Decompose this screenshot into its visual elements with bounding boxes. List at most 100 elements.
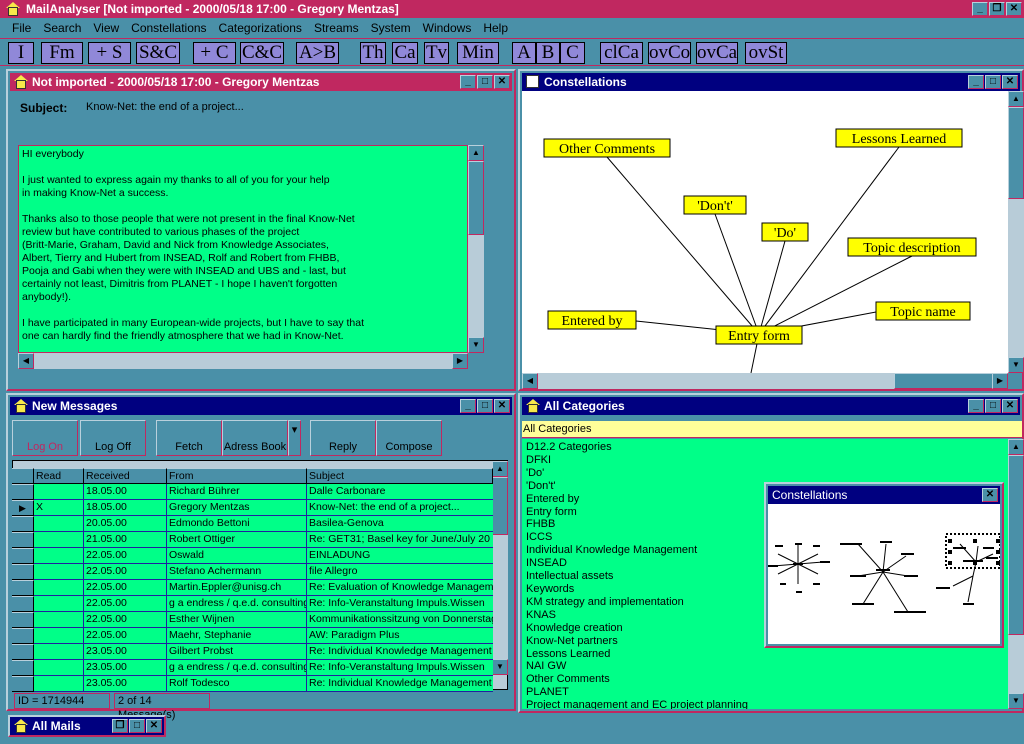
log-off-button[interactable]: Log Off xyxy=(80,420,146,456)
graph-horizontal-scrollbar[interactable]: ◀ ▶ xyxy=(522,373,1008,389)
maximize-button[interactable]: □ xyxy=(985,75,1001,89)
menu-windows[interactable]: Windows xyxy=(423,21,472,35)
address-book-dropdown-arrow-icon[interactable]: ▾ xyxy=(288,420,301,456)
scroll-thumb[interactable] xyxy=(492,477,508,535)
mini-constellations-titlebar[interactable]: Constellations ✕ xyxy=(768,486,1000,504)
constellations-window-titlebar[interactable]: Constellations _ □ ✕ xyxy=(522,73,1020,91)
close-button[interactable]: ✕ xyxy=(982,488,998,502)
graph-node[interactable]: Topic name xyxy=(875,301,971,321)
maximize-button[interactable]: □ xyxy=(477,75,493,89)
table-row[interactable]: 22.05.00 Oswald EINLADUNG xyxy=(12,548,493,564)
graph-node[interactable]: 'Do' xyxy=(761,222,809,242)
row-selector[interactable] xyxy=(12,548,34,564)
grid-vertical-scrollbar[interactable]: ▲ ▼ xyxy=(492,461,508,675)
toolbar-button-b[interactable]: B xyxy=(536,42,560,64)
category-item[interactable]: D12.2 Categories xyxy=(526,441,1008,454)
scroll-right-arrow-icon[interactable]: ▶ xyxy=(452,353,468,369)
table-row[interactable]: 22.05.00 Stefano Achermann file Allegro xyxy=(12,564,493,580)
table-row[interactable]: 20.05.00 Edmondo Bettoni Basilea-Genova xyxy=(12,516,493,532)
toolbar-button-fm[interactable]: Fm xyxy=(41,42,83,64)
scroll-up-arrow-icon[interactable]: ▲ xyxy=(1008,91,1024,107)
category-item[interactable]: PLANET xyxy=(526,686,1008,699)
table-row[interactable]: 23.05.00 g a endress / q.e.d. consulting R… xyxy=(12,660,493,676)
maximize-button[interactable]: □ xyxy=(129,719,145,733)
column-header-read[interactable]: Read xyxy=(34,468,84,484)
graph-node[interactable]: Entered by xyxy=(547,310,637,330)
row-selector[interactable] xyxy=(12,564,34,580)
mini-constellations-canvas[interactable] xyxy=(768,504,1000,644)
scroll-up-arrow-icon[interactable]: ▲ xyxy=(1008,439,1024,455)
minimized-all-mails-window[interactable]: All Mails ❐ □ ✕ xyxy=(8,715,166,737)
menu-help[interactable]: Help xyxy=(483,21,508,35)
row-selector[interactable] xyxy=(12,676,34,692)
toolbar-button-a-gt-b[interactable]: A>B xyxy=(296,42,339,64)
table-row[interactable]: 21.05.00 Robert Ottiger Re: GET31; Basel k… xyxy=(12,532,493,548)
category-item[interactable]: 'Do' xyxy=(526,467,1008,480)
row-selector[interactable] xyxy=(12,532,34,548)
table-row[interactable]: 22.05.00 Martin.Eppler@unisg.ch Re: Evalua… xyxy=(12,580,493,596)
category-item[interactable]: Lessons Learned xyxy=(526,648,1008,661)
graph-node[interactable]: Other Comments xyxy=(543,138,671,158)
category-item[interactable]: Project management and EC project planni… xyxy=(526,699,1008,709)
constellation-thumbnail-1[interactable] xyxy=(768,543,830,593)
column-header-subject[interactable]: Subject xyxy=(307,468,493,484)
row-selector[interactable] xyxy=(12,516,34,532)
graph-node[interactable]: Lessons Learned xyxy=(835,128,963,148)
close-button[interactable]: ✕ xyxy=(494,399,510,413)
restore-button[interactable]: ❐ xyxy=(112,719,128,733)
scroll-thumb[interactable] xyxy=(894,373,994,389)
table-row[interactable]: ▶ X 18.05.00 Gregory Mentzas Know-Net: the e… xyxy=(12,500,493,516)
minimize-button[interactable]: _ xyxy=(460,399,476,413)
toolbar-button-s-and-c[interactable]: S&C xyxy=(136,42,180,64)
minimize-button[interactable]: _ xyxy=(968,75,984,89)
scroll-up-arrow-icon[interactable]: ▲ xyxy=(492,461,508,477)
log-on-button[interactable]: Log On xyxy=(12,420,78,456)
email-horizontal-scrollbar[interactable]: ◀ ▶ xyxy=(18,353,468,369)
menu-view[interactable]: View xyxy=(93,21,119,35)
toolbar-button-ca[interactable]: Ca xyxy=(392,42,418,64)
toolbar-button-min[interactable]: Min xyxy=(457,42,499,64)
email-vertical-scrollbar[interactable]: ▲ ▼ xyxy=(468,145,484,353)
row-selector[interactable] xyxy=(12,596,34,612)
close-button[interactable]: ✕ xyxy=(494,75,510,89)
scroll-up-arrow-icon[interactable]: ▲ xyxy=(468,145,484,161)
toolbar-button-a[interactable]: A xyxy=(512,42,536,64)
row-selector[interactable] xyxy=(12,660,34,676)
toolbar-button-add-c[interactable]: + C xyxy=(193,42,236,64)
menu-streams[interactable]: Streams xyxy=(314,21,359,35)
column-header-received[interactable]: Received xyxy=(84,468,167,484)
minimize-button[interactable]: _ xyxy=(968,399,984,413)
reply-button[interactable]: Reply xyxy=(310,420,376,456)
close-button[interactable]: ✕ xyxy=(1002,75,1018,89)
table-row[interactable]: 23.05.00 Gilbert Probst Re: Individual Kno… xyxy=(12,644,493,660)
category-item[interactable]: DFKI xyxy=(526,454,1008,467)
close-button[interactable]: ✕ xyxy=(1006,2,1022,16)
toolbar-button-th[interactable]: Th xyxy=(360,42,386,64)
menu-categorizations[interactable]: Categorizations xyxy=(219,21,302,35)
toolbar-button-i[interactable]: I xyxy=(8,42,34,64)
maximize-button[interactable]: □ xyxy=(985,399,1001,413)
graph-node[interactable]: 'Don't' xyxy=(683,195,747,215)
table-row[interactable]: 22.05.00 Esther Wijnen Kommunikationssitzu… xyxy=(12,612,493,628)
email-body-textarea[interactable]: HI everybody I just wanted to express ag… xyxy=(18,145,468,353)
close-button[interactable]: ✕ xyxy=(1002,399,1018,413)
graph-vertical-scrollbar[interactable]: ▲ ▼ xyxy=(1008,91,1024,373)
restore-button[interactable]: ❐ xyxy=(989,2,1005,16)
graph-center-node[interactable]: Entry form xyxy=(715,325,803,345)
table-row[interactable]: 22.05.00 g a endress / q.e.d. consulting R… xyxy=(12,596,493,612)
close-button[interactable]: ✕ xyxy=(146,719,162,733)
graph-node[interactable]: Topic description xyxy=(847,237,977,257)
menu-file[interactable]: File xyxy=(12,21,31,35)
category-item[interactable]: NAI GW xyxy=(526,660,1008,673)
column-header-from[interactable]: From xyxy=(167,468,307,484)
table-row[interactable]: 23.05.00 Rolf Todesco Re: Individual Knowl… xyxy=(12,676,493,692)
current-row-indicator-icon[interactable]: ▶ xyxy=(12,500,34,516)
messages-window-titlebar[interactable]: New Messages _ □ ✕ xyxy=(10,397,512,415)
menu-search[interactable]: Search xyxy=(43,21,81,35)
constellation-thumbnail-3-selected[interactable] xyxy=(936,533,1000,605)
constellation-thumbnail-2[interactable] xyxy=(840,541,926,613)
maximize-button[interactable]: □ xyxy=(477,399,493,413)
scroll-down-arrow-icon[interactable]: ▼ xyxy=(468,337,484,353)
row-selector[interactable] xyxy=(12,612,34,628)
toolbar-button-ovst[interactable]: ovSt xyxy=(745,42,787,64)
